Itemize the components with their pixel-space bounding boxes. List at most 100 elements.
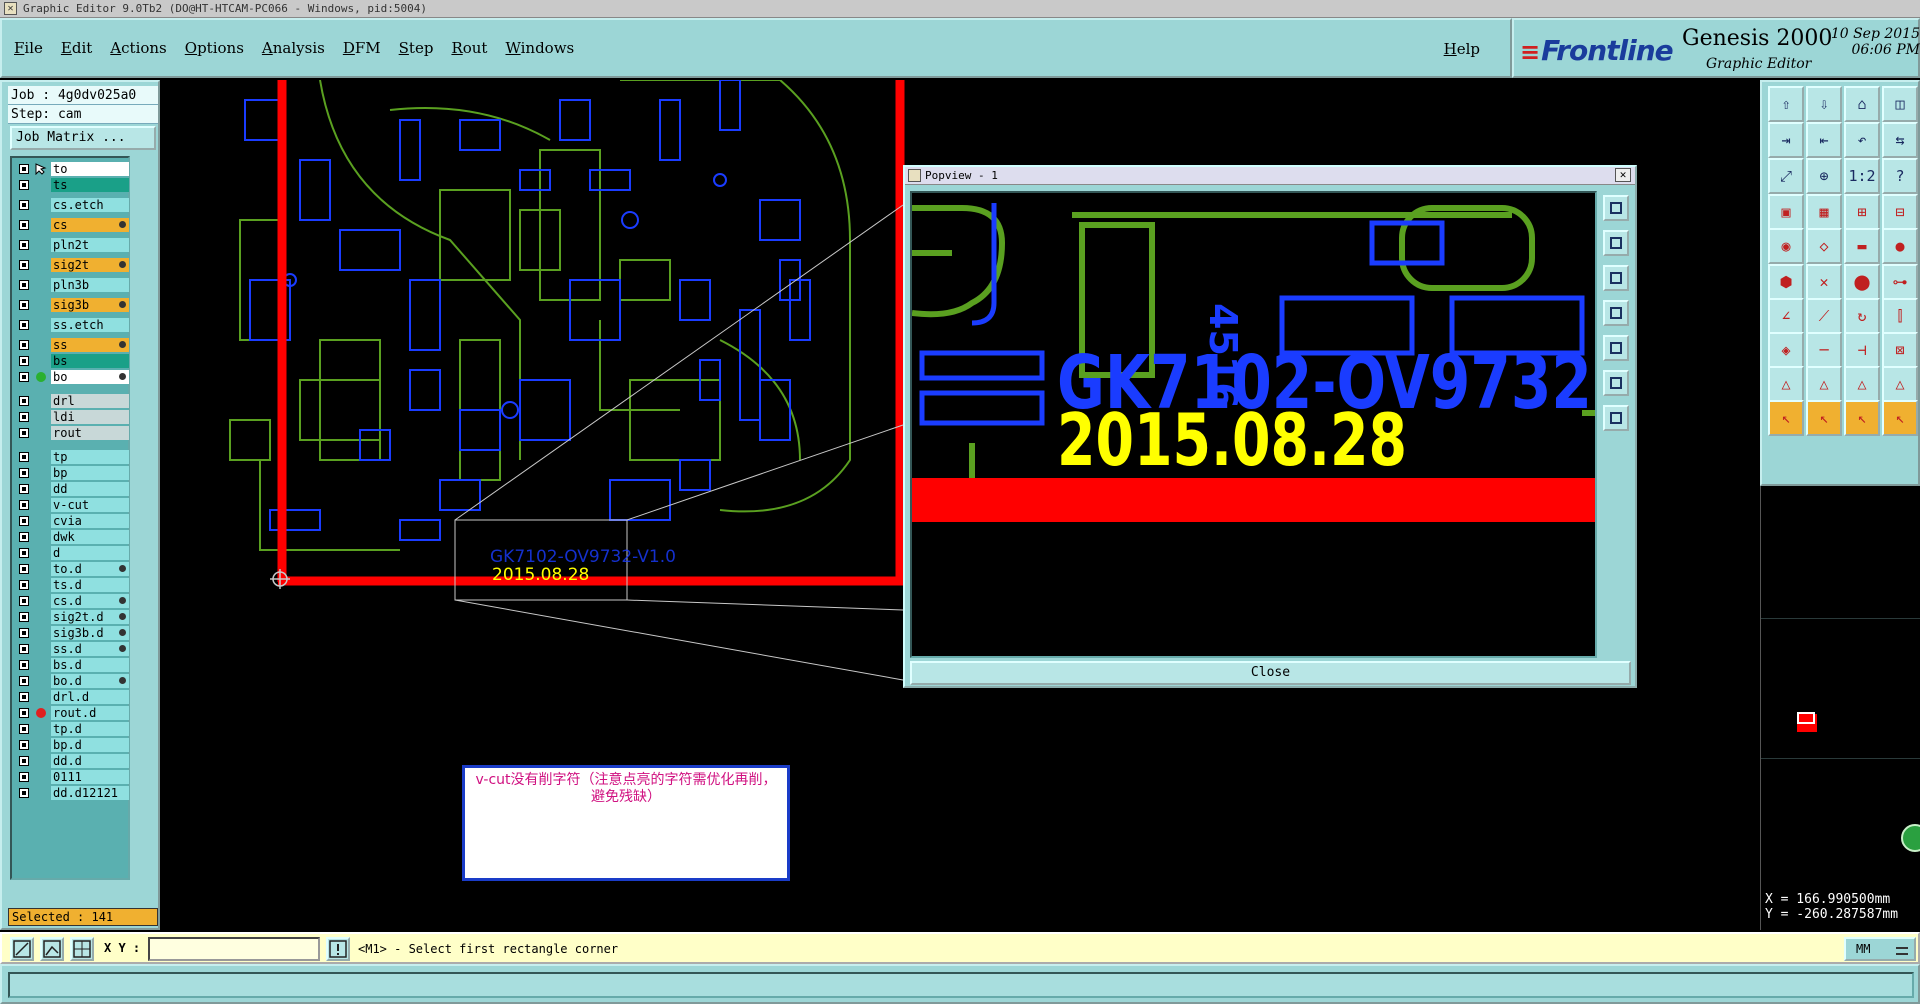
layer-checkbox[interactable] [19, 628, 29, 638]
tool-triangle-c-button[interactable]: △ [1882, 366, 1918, 402]
layer-checkbox[interactable] [19, 676, 29, 686]
layer-checkbox[interactable] [19, 300, 29, 310]
menu-help[interactable]: Help [1444, 40, 1480, 58]
menu-file[interactable]: File [14, 39, 43, 57]
tool-grid-button[interactable]: ▦ [1806, 194, 1842, 230]
popview-close-icon[interactable]: ✕ [1615, 168, 1631, 182]
popview-tool-left[interactable] [1603, 300, 1629, 326]
layer-row-bp-d[interactable]: bp.d [15, 738, 129, 752]
layer-checkbox[interactable] [19, 532, 29, 542]
tool-triangle-button[interactable]: △ [1768, 366, 1804, 402]
layer-row-rout[interactable]: rout [15, 426, 129, 440]
popview-tool-down[interactable] [1603, 265, 1629, 291]
layer-row-v-cut[interactable]: v-cut [15, 498, 129, 512]
tool-pointer-drag-button[interactable]: ↖ [1882, 400, 1918, 436]
tool-route-button[interactable]: ⬢ [1768, 264, 1804, 300]
tool-cross-button[interactable]: ✕ [1806, 264, 1842, 300]
layer-row-cs-etch[interactable]: cs.etch [15, 198, 129, 212]
menu-options[interactable]: Options [185, 39, 244, 57]
tool-step-button[interactable]: ⇥ [1768, 122, 1804, 158]
layer-row-tp-d[interactable]: tp.d [15, 722, 129, 736]
tool-pin-button[interactable]: ⊟ [1882, 194, 1918, 230]
layer-row-ss[interactable]: ss [15, 338, 129, 352]
popview-tool-right[interactable] [1603, 335, 1629, 361]
snap-mode-button[interactable] [10, 937, 34, 961]
layer-checkbox[interactable] [19, 788, 29, 798]
layer-row-rout-d[interactable]: rout.d [15, 706, 129, 720]
layer-list[interactable]: to ts cs.etch cs pln2t sig2t pln3b sig3b ss.etch… [10, 156, 130, 880]
tool-move-button[interactable]: ⊠ [1882, 332, 1918, 368]
tool-triangle-b-button[interactable]: △ [1844, 366, 1880, 402]
tool-feature-select-button[interactable]: ◉ [1768, 228, 1804, 264]
menu-actions[interactable]: Actions [110, 39, 166, 57]
layer-row-bs[interactable]: bs [15, 354, 129, 368]
tool-line-button[interactable]: ⟋ [1806, 298, 1842, 334]
menu-edit[interactable]: Edit [61, 39, 92, 57]
layer-checkbox[interactable] [19, 644, 29, 654]
tool-line-add-button[interactable]: ─ [1806, 332, 1842, 368]
layer-row-dd-d12121[interactable]: dd.d12121 [15, 786, 129, 800]
layer-checkbox[interactable] [19, 772, 29, 782]
menu-dfm[interactable]: DFM [343, 39, 381, 57]
tool-pad-button[interactable]: ● [1882, 228, 1918, 264]
tool-pad-add-button[interactable]: ◈ [1768, 332, 1804, 368]
tool-window-button[interactable]: ◫ [1882, 86, 1918, 122]
tool-span-button[interactable]: ⊣ [1844, 332, 1880, 368]
layer-row-ss-d[interactable]: ss.d [15, 642, 129, 656]
layer-checkbox[interactable] [19, 740, 29, 750]
tool-copy-button[interactable]: ⇤ [1806, 122, 1842, 158]
layer-row-drl-d[interactable]: drl.d [15, 690, 129, 704]
grid-mode-button[interactable] [70, 937, 94, 961]
layer-row-bo[interactable]: bo [15, 370, 129, 384]
layer-row-pln2t[interactable]: pln2t [15, 238, 129, 252]
layer-checkbox[interactable] [19, 372, 29, 382]
menu-rout[interactable]: Rout [451, 39, 487, 57]
layer-row-sig3b[interactable]: sig3b [15, 298, 129, 312]
tool-open-button[interactable]: ⇩ [1806, 86, 1842, 122]
tool-draw-button[interactable]: ▣ [1768, 194, 1804, 230]
layer-row-ts-d[interactable]: ts.d [15, 578, 129, 592]
tool-scroll-button[interactable]: ⇆ [1882, 122, 1918, 158]
layer-row-tp[interactable]: tp [15, 450, 129, 464]
layer-row-dd[interactable]: dd [15, 482, 129, 496]
tool-help-button[interactable]: ? [1882, 158, 1918, 194]
tool-save-button[interactable]: ⌂ [1844, 86, 1880, 122]
tool-triangle-a-button[interactable]: △ [1806, 366, 1842, 402]
layer-checkbox[interactable] [19, 708, 29, 718]
layer-row-drl[interactable]: drl [15, 394, 129, 408]
popview-tool-zoom[interactable] [1603, 195, 1629, 221]
layer-checkbox[interactable] [19, 240, 29, 250]
tool-fit-button[interactable]: ⤢ [1768, 158, 1804, 194]
tool-snap-button[interactable]: ⊞ [1844, 194, 1880, 230]
tool-rotate-button[interactable]: ↻ [1844, 298, 1880, 334]
layer-row-cvia[interactable]: cvia [15, 514, 129, 528]
tool-scale-button[interactable]: 1:2 [1844, 158, 1880, 194]
layer-row-sig2t[interactable]: sig2t [15, 258, 129, 272]
layer-row-bp[interactable]: bp [15, 466, 129, 480]
layer-checkbox[interactable] [19, 340, 29, 350]
layer-checkbox[interactable] [19, 516, 29, 526]
layer-checkbox[interactable] [19, 660, 29, 670]
layer-checkbox[interactable] [19, 180, 29, 190]
layer-checkbox[interactable] [19, 468, 29, 478]
tool-pointer-button[interactable]: ↖ [1768, 400, 1804, 436]
layer-row-0111[interactable]: 0111 [15, 770, 129, 784]
layer-row-bo-d[interactable]: bo.d [15, 674, 129, 688]
tool-home-button[interactable]: ⇧ [1768, 86, 1804, 122]
measure-mode-button[interactable] [40, 937, 64, 961]
layer-row-cs-d[interactable]: cs.d [15, 594, 129, 608]
tool-net-button[interactable]: ⊶ [1882, 264, 1918, 300]
tool-pointer-zoom-button[interactable]: ↖ [1844, 400, 1880, 436]
layer-checkbox[interactable] [19, 692, 29, 702]
layer-checkbox[interactable] [19, 260, 29, 270]
tool-measure-button[interactable]: ▬ [1844, 228, 1880, 264]
layer-row-cs[interactable]: cs [15, 218, 129, 232]
layer-row-sig3b-d[interactable]: sig3b.d [15, 626, 129, 640]
tool-pointer-select-button[interactable]: ↖ [1806, 400, 1842, 436]
layer-row-ldi[interactable]: ldi [15, 410, 129, 424]
info-button[interactable] [326, 937, 350, 961]
popview-tool-up[interactable] [1603, 230, 1629, 256]
menu-analysis[interactable]: Analysis [262, 39, 325, 57]
tool-connect-button[interactable]: ⬤ [1844, 264, 1880, 300]
units-selector[interactable]: MM [1844, 937, 1916, 961]
